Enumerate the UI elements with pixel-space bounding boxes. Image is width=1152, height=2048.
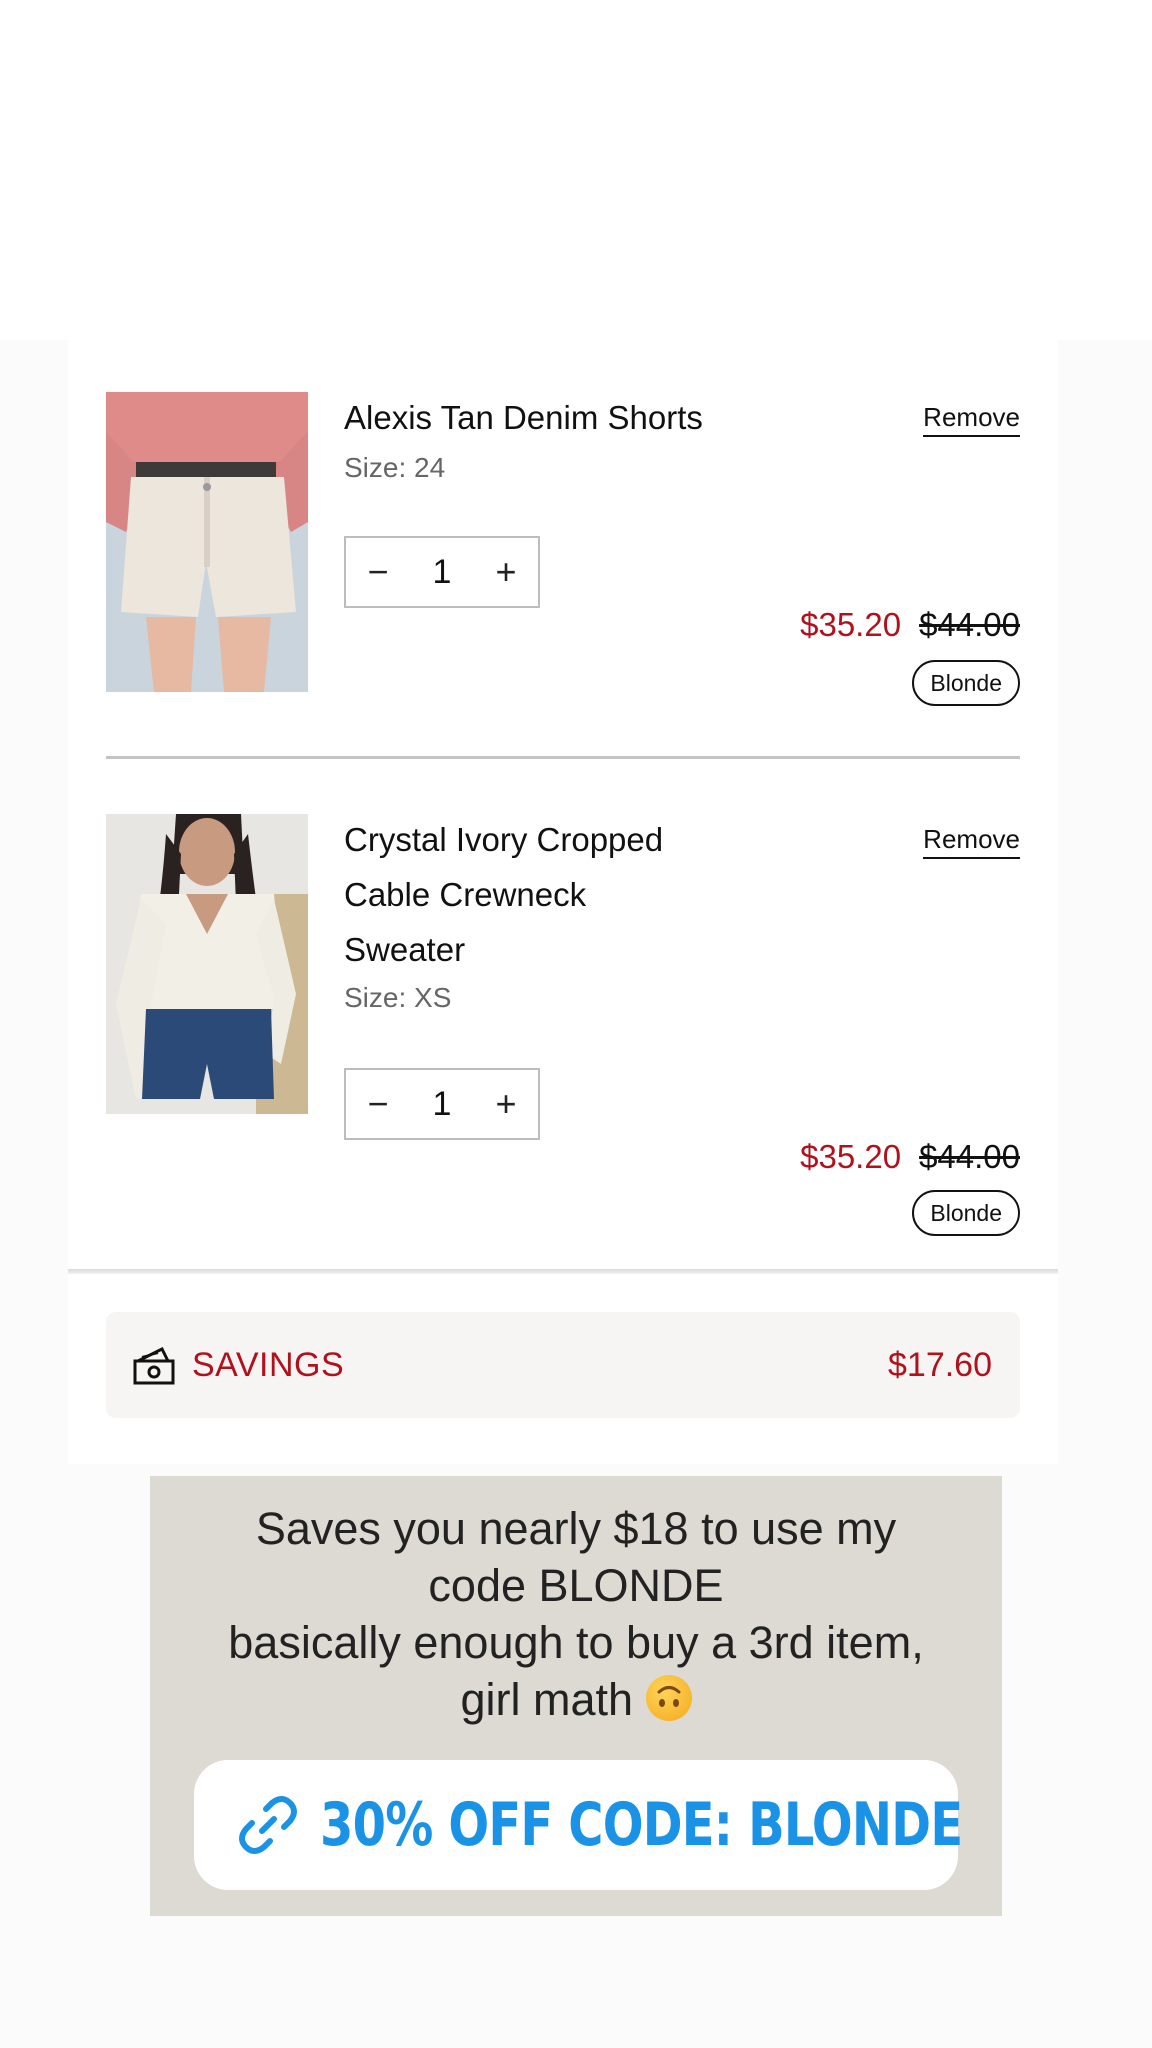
product-size: Size: XS xyxy=(344,982,452,1013)
remove-button[interactable]: Remove xyxy=(923,402,1020,437)
product-image-sweater[interactable] xyxy=(106,814,308,1114)
remove-button[interactable]: Remove xyxy=(923,824,1020,859)
sale-price: $35.20 xyxy=(800,1138,902,1175)
product-title[interactable]: Alexis Tan Denim Shorts xyxy=(344,390,704,445)
caption-line: basically enough to buy a 3rd item, xyxy=(228,1617,924,1668)
savings-amount: $17.60 xyxy=(888,1345,992,1384)
sale-price: $35.20 xyxy=(800,606,902,643)
price-group: $35.20 $44.00 xyxy=(800,606,1020,644)
discount-code-badge: Blonde xyxy=(912,660,1020,706)
quantity-stepper: − 1 + xyxy=(344,536,540,608)
quantity-stepper: − 1 + xyxy=(344,1068,540,1140)
discount-code-badge: Blonde xyxy=(912,1190,1020,1236)
discount-link-sticker[interactable]: 30% OFF CODE: BLONDE xyxy=(194,1760,963,1890)
increase-quantity-button[interactable]: + xyxy=(474,1083,538,1125)
increase-quantity-button[interactable]: + xyxy=(474,551,538,593)
item-divider xyxy=(106,756,1020,759)
upside-down-face-emoji xyxy=(645,1675,692,1721)
top-blank-area xyxy=(0,0,1152,340)
story-caption: Saves you nearly $18 to use my code BLON… xyxy=(150,1500,1002,1728)
cart-item: Alexis Tan Denim Shorts Size: 24 Remove … xyxy=(106,392,1020,712)
caption-line: code BLONDE xyxy=(428,1560,724,1611)
product-size: Size: 24 xyxy=(344,452,446,483)
original-price: $44.00 xyxy=(919,1138,1020,1175)
original-price: $44.00 xyxy=(919,606,1020,643)
quantity-value[interactable]: 1 xyxy=(410,553,474,592)
price-group: $35.20 $44.00 xyxy=(800,1138,1020,1176)
cart-item: Crystal Ivory Cropped Cable Crewneck Swe… xyxy=(106,812,1020,1236)
caption-line: girl math xyxy=(460,1674,634,1725)
decrease-quantity-button[interactable]: − xyxy=(346,551,410,593)
discount-code-link-label: 30% OFF CODE: BLONDE xyxy=(320,1790,963,1860)
cart-card: Alexis Tan Denim Shorts Size: 24 Remove … xyxy=(68,338,1058,1274)
savings-section: SAVINGS $17.60 xyxy=(68,1274,1058,1464)
savings-row: SAVINGS $17.60 xyxy=(106,1312,1020,1418)
decrease-quantity-button[interactable]: − xyxy=(346,1083,410,1125)
savings-label: SAVINGS xyxy=(192,1345,345,1384)
caption-line: Saves you nearly $18 to use my xyxy=(255,1503,897,1554)
link-icon xyxy=(239,1796,297,1854)
product-image-shorts[interactable] xyxy=(106,392,308,692)
quantity-value[interactable]: 1 xyxy=(410,1085,474,1124)
product-title[interactable]: Crystal Ivory Cropped Cable Crewneck Swe… xyxy=(344,812,704,977)
caption-last-line: girl math xyxy=(150,1671,1002,1728)
money-icon xyxy=(133,1346,175,1385)
story-caption-box: Saves you nearly $18 to use my code BLON… xyxy=(150,1476,1002,1916)
